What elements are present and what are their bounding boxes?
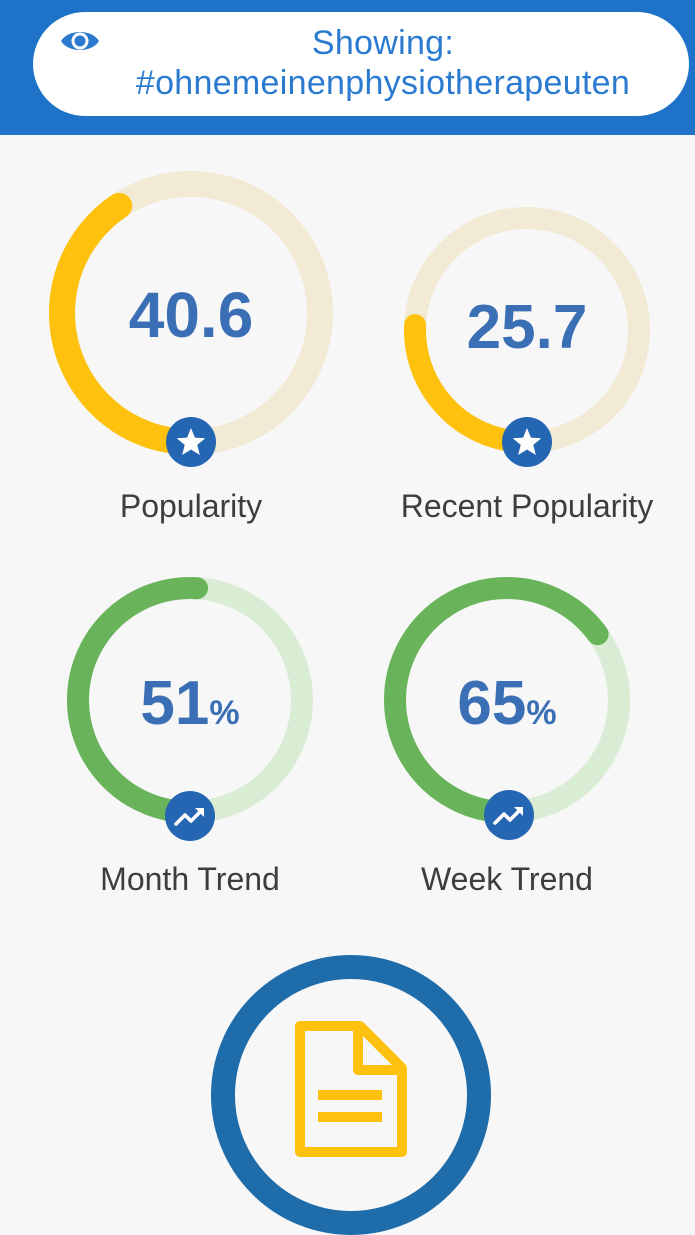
popularity-gauge[interactable]: 40.6 (48, 170, 334, 467)
showing-label: Showing: (311, 24, 455, 62)
recent-popularity-value: 25.7 (466, 293, 588, 362)
trend-up-icon (165, 791, 215, 841)
hashtag-text: #ohnemeinenphysiotherapeuten (135, 64, 631, 102)
week-trend-label: Week Trend (421, 861, 593, 897)
month-trend-label: Month Trend (100, 861, 280, 897)
trend-up-icon (484, 790, 534, 840)
month-trend-value: 51% (140, 669, 240, 738)
popularity-label: Popularity (119, 488, 263, 524)
app-header: Showing: #ohnemeinenphysiotherapeuten (0, 0, 695, 135)
star-icon (166, 417, 216, 467)
popularity-value: 40.6 (128, 279, 254, 351)
month-trend-gauge[interactable]: 51% (66, 576, 314, 841)
eye-icon (61, 32, 99, 50)
star-icon (502, 417, 552, 467)
document-icon (295, 1021, 407, 1157)
week-trend-gauge[interactable]: 65% (383, 576, 631, 840)
week-trend-value: 65% (457, 669, 557, 738)
recent-popularity-gauge[interactable]: 25.7 (403, 206, 651, 467)
current-hashtag-pill[interactable]: Showing: #ohnemeinenphysiotherapeuten (33, 12, 689, 116)
recent-popularity-label: Recent Popularity (400, 488, 654, 524)
